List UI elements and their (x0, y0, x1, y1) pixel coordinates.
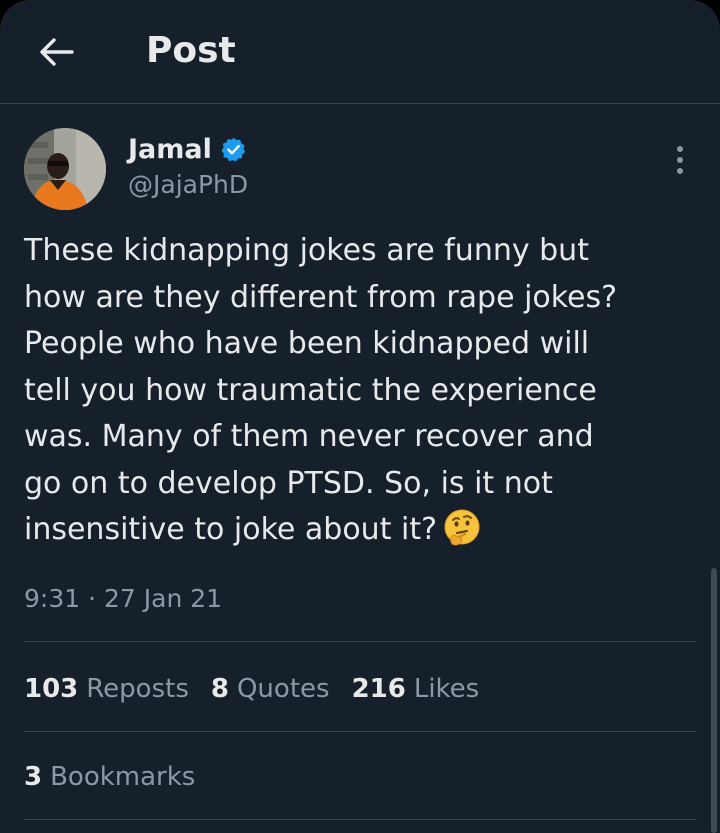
profile-photo (24, 128, 106, 210)
bookmarks-stat: 3 Bookmarks (24, 757, 217, 797)
likes-label: Likes (413, 674, 480, 704)
back-button[interactable] (36, 32, 76, 72)
tweet-time: 9:31 (24, 584, 81, 613)
bookmarks-label: Bookmarks (50, 762, 196, 792)
top-bar: Post (0, 0, 720, 104)
likes-stat[interactable]: 216 Likes (352, 674, 480, 704)
post-screen: Post Jamal @JajaPhD These kidnapping jok… (0, 0, 720, 833)
reposts-label: Reposts (86, 674, 189, 704)
reposts-count: 103 (24, 674, 79, 704)
author-name[interactable]: Jamal (128, 134, 212, 165)
avatar[interactable] (24, 128, 106, 210)
bookmarks-count: 3 (24, 762, 43, 792)
reposts-stat[interactable]: 103 Reposts (24, 674, 189, 704)
tweet-body: These kidnapping jokes are funny but how… (24, 228, 684, 554)
bookmarks-stat-item: 3 Bookmarks (24, 762, 195, 792)
tweet-date: 27 Jan 21 (104, 584, 223, 613)
arrow-left-icon (40, 38, 74, 66)
more-options-button[interactable] (666, 144, 694, 178)
more-vertical-icon (677, 146, 683, 174)
author-handle[interactable]: @JajaPhD (128, 170, 248, 199)
tweet-text: These kidnapping jokes are funny but how… (24, 233, 618, 547)
quotes-count: 8 (210, 674, 229, 704)
timestamp-separator: · (88, 584, 97, 613)
quotes-label: Quotes (236, 674, 330, 704)
divider (24, 731, 696, 732)
tweet-timestamp[interactable]: 9:31 · 27 Jan 21 (24, 581, 222, 617)
engagement-stats: 103 Reposts 8 Quotes 216 Likes (24, 668, 501, 710)
scrollbar[interactable] (711, 568, 717, 833)
likes-count: 216 (351, 674, 406, 704)
divider (24, 819, 696, 820)
page-title: Post (146, 30, 236, 71)
quotes-stat[interactable]: 8 Quotes (211, 674, 330, 704)
thinking-face-emoji (444, 509, 480, 546)
verified-badge-icon (221, 137, 246, 162)
author-row[interactable]: Jamal (128, 130, 247, 168)
divider (24, 641, 696, 642)
